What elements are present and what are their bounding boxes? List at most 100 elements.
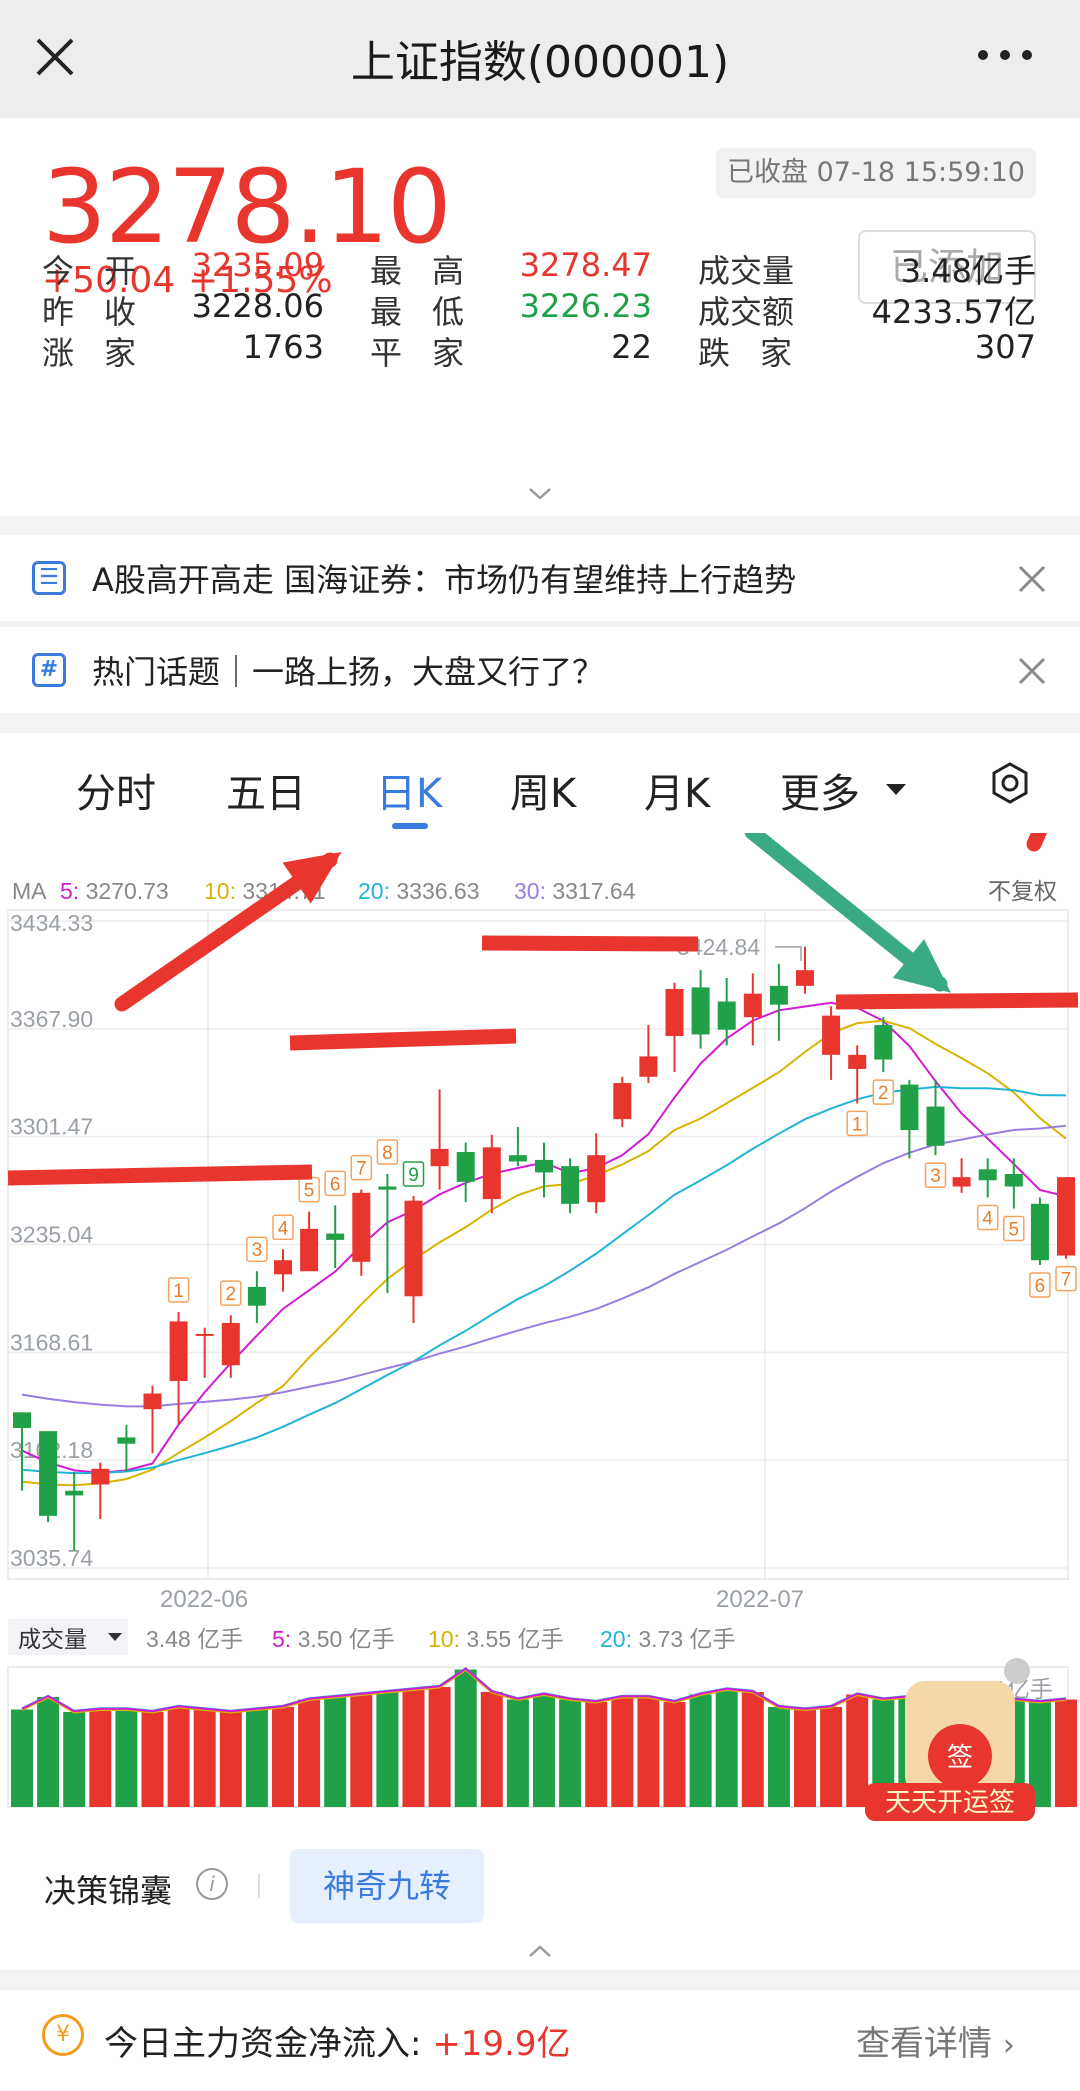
volume-bar <box>219 1712 242 1807</box>
volume-bar <box>115 1709 138 1807</box>
volume-bar <box>559 1699 582 1807</box>
close-icon[interactable] <box>1016 655 1048 687</box>
volume-legend-ma5: 5: 3.50 亿手 <box>272 1626 395 1652</box>
volume-bar <box>37 1697 60 1807</box>
stat-value: 3226.23 <box>519 287 652 325</box>
x-axis-labels: 2022-06 2022-07 <box>160 1586 804 1613</box>
ma-legend: MA5: 3270.7310: 3314.7120: 3336.6330: 33… <box>8 871 1068 905</box>
volume-bar <box>533 1694 555 1807</box>
tab-monthly-k[interactable]: 月K <box>644 761 710 819</box>
candle-body <box>561 1166 580 1204</box>
stat-label: 跌家 <box>698 334 823 372</box>
candle-body <box>274 1260 292 1275</box>
promo-text: 天天开运签 <box>885 1787 1015 1817</box>
nine-turn-label: 2 <box>226 1284 237 1305</box>
candle-body <box>978 1169 997 1181</box>
candle-body <box>874 1025 893 1060</box>
candle-body <box>1057 1177 1075 1256</box>
kline-chart[interactable]: 3434.333367.903301.473235.043168.613102.… <box>0 833 1080 1843</box>
volume-legend-ma20: 20: 3.73 亿手 <box>600 1626 736 1652</box>
settings-icon[interactable] <box>988 761 1032 805</box>
magic-nine-button[interactable]: 神奇九转 <box>290 1849 484 1923</box>
nine-turn-label: 5 <box>1009 1219 1020 1240</box>
stat-label: 成交额 <box>698 293 795 331</box>
candle-body <box>796 970 814 986</box>
volume-bar <box>89 1709 112 1807</box>
volume-bar <box>245 1709 268 1807</box>
support-line <box>7 1164 313 1186</box>
y-tick-label: 3367.90 <box>10 1006 93 1032</box>
ma-legend-ma30: 30: 3317.64 <box>514 878 636 904</box>
nine-turn-label: 1 <box>852 1114 863 1135</box>
volume-bar <box>480 1692 503 1807</box>
nine-turn-label: 2 <box>878 1083 889 1104</box>
document-icon: ☰ <box>32 561 66 595</box>
active-tab-indicator <box>392 823 428 829</box>
volume-bar <box>350 1694 373 1807</box>
capital-flow-bar[interactable]: ¥ 今日主力资金净流入: +19.9亿 查看详情 › <box>0 1990 1080 2091</box>
news-item[interactable]: # 热门话题｜一路上扬，大盘又行了？ <box>0 627 1080 713</box>
chevron-up-icon[interactable] <box>528 1943 552 1959</box>
candle-body <box>665 988 684 1037</box>
view-details-link[interactable]: 查看详情 › <box>856 2016 1015 2065</box>
y-tick-label: 3301.47 <box>10 1114 93 1140</box>
stat-value: 307 <box>974 328 1036 366</box>
volume-bar <box>193 1709 216 1807</box>
nine-turn-label: 8 <box>382 1143 393 1164</box>
volume-bar <box>167 1707 190 1807</box>
volume-bar <box>663 1702 686 1807</box>
nine-turn-label: 3 <box>930 1166 941 1187</box>
y-tick-label: 3434.33 <box>10 910 93 936</box>
volume-bar <box>506 1699 529 1807</box>
info-icon[interactable]: i <box>196 1868 228 1900</box>
volume-bar <box>63 1712 86 1807</box>
candle-body <box>404 1200 423 1297</box>
volume-bar <box>402 1689 425 1807</box>
close-icon[interactable] <box>1016 563 1048 595</box>
x-tick-label: 2022-07 <box>716 1586 804 1613</box>
candle-body <box>247 1286 266 1306</box>
nine-turn-label: 3 <box>252 1240 263 1261</box>
tab-five-day[interactable]: 五日 <box>226 761 306 819</box>
candle-body <box>743 993 762 1018</box>
volume-bar <box>298 1699 321 1807</box>
tab-more[interactable]: 更多 <box>780 761 860 819</box>
volume-bar <box>715 1689 738 1807</box>
capital-flow-text: 今日主力资金净流入: +19.9亿 <box>104 2016 570 2065</box>
news-text: 热门话题｜一路上扬，大盘又行了？ <box>92 653 605 691</box>
chevron-down-icon[interactable] <box>528 486 552 502</box>
tab-weekly-k[interactable]: 周K <box>510 761 576 819</box>
candle-body <box>691 987 710 1035</box>
dropdown-triangle-icon[interactable] <box>884 781 908 797</box>
candle-body <box>143 1393 162 1410</box>
candle-body <box>430 1148 449 1167</box>
support-line <box>835 992 1079 1010</box>
volume-legend-ma10: 10: 3.55 亿手 <box>428 1626 564 1652</box>
ma-legend-ma5: 5: 3270.73 <box>60 878 169 904</box>
nine-turn-label: 7 <box>1061 1270 1072 1291</box>
news-text: A股高开高走 国海证券：市场仍有望维持上行趋势 <box>92 561 797 599</box>
volume-bar <box>741 1692 764 1807</box>
news-item[interactable]: ☰ A股高开高走 国海证券：市场仍有望维持上行趋势 <box>0 535 1080 621</box>
yen-icon: ¥ <box>42 2014 84 2056</box>
top-bar: 上证指数(000001) <box>0 0 1080 118</box>
candle-body <box>352 1192 371 1262</box>
tab-intraday[interactable]: 分时 <box>76 761 156 819</box>
candle-body <box>1004 1173 1023 1187</box>
more-icon[interactable] <box>975 40 1035 70</box>
volume-bar <box>1055 1699 1077 1807</box>
volume-bar <box>324 1697 347 1807</box>
market-status: 已收盘 07-18 15:59:10 <box>716 148 1036 198</box>
nine-turn-label: 4 <box>278 1218 289 1239</box>
view-details-label: 查看详情 <box>856 2024 992 2064</box>
candle-body <box>482 1147 501 1200</box>
tab-daily-k[interactable]: 日K <box>376 761 442 819</box>
candle-body <box>613 1083 632 1120</box>
page-title: 上证指数(000001) <box>350 37 730 88</box>
candle-body <box>926 1106 945 1146</box>
decision-label: 决策锦囊 <box>44 1872 173 1910</box>
ma-legend-ma20: 20: 3336.63 <box>358 878 480 904</box>
candle-body <box>822 1015 841 1055</box>
volume-value: 3.48 亿手 <box>146 1626 243 1652</box>
stat-value: 3235.09 <box>191 246 324 284</box>
